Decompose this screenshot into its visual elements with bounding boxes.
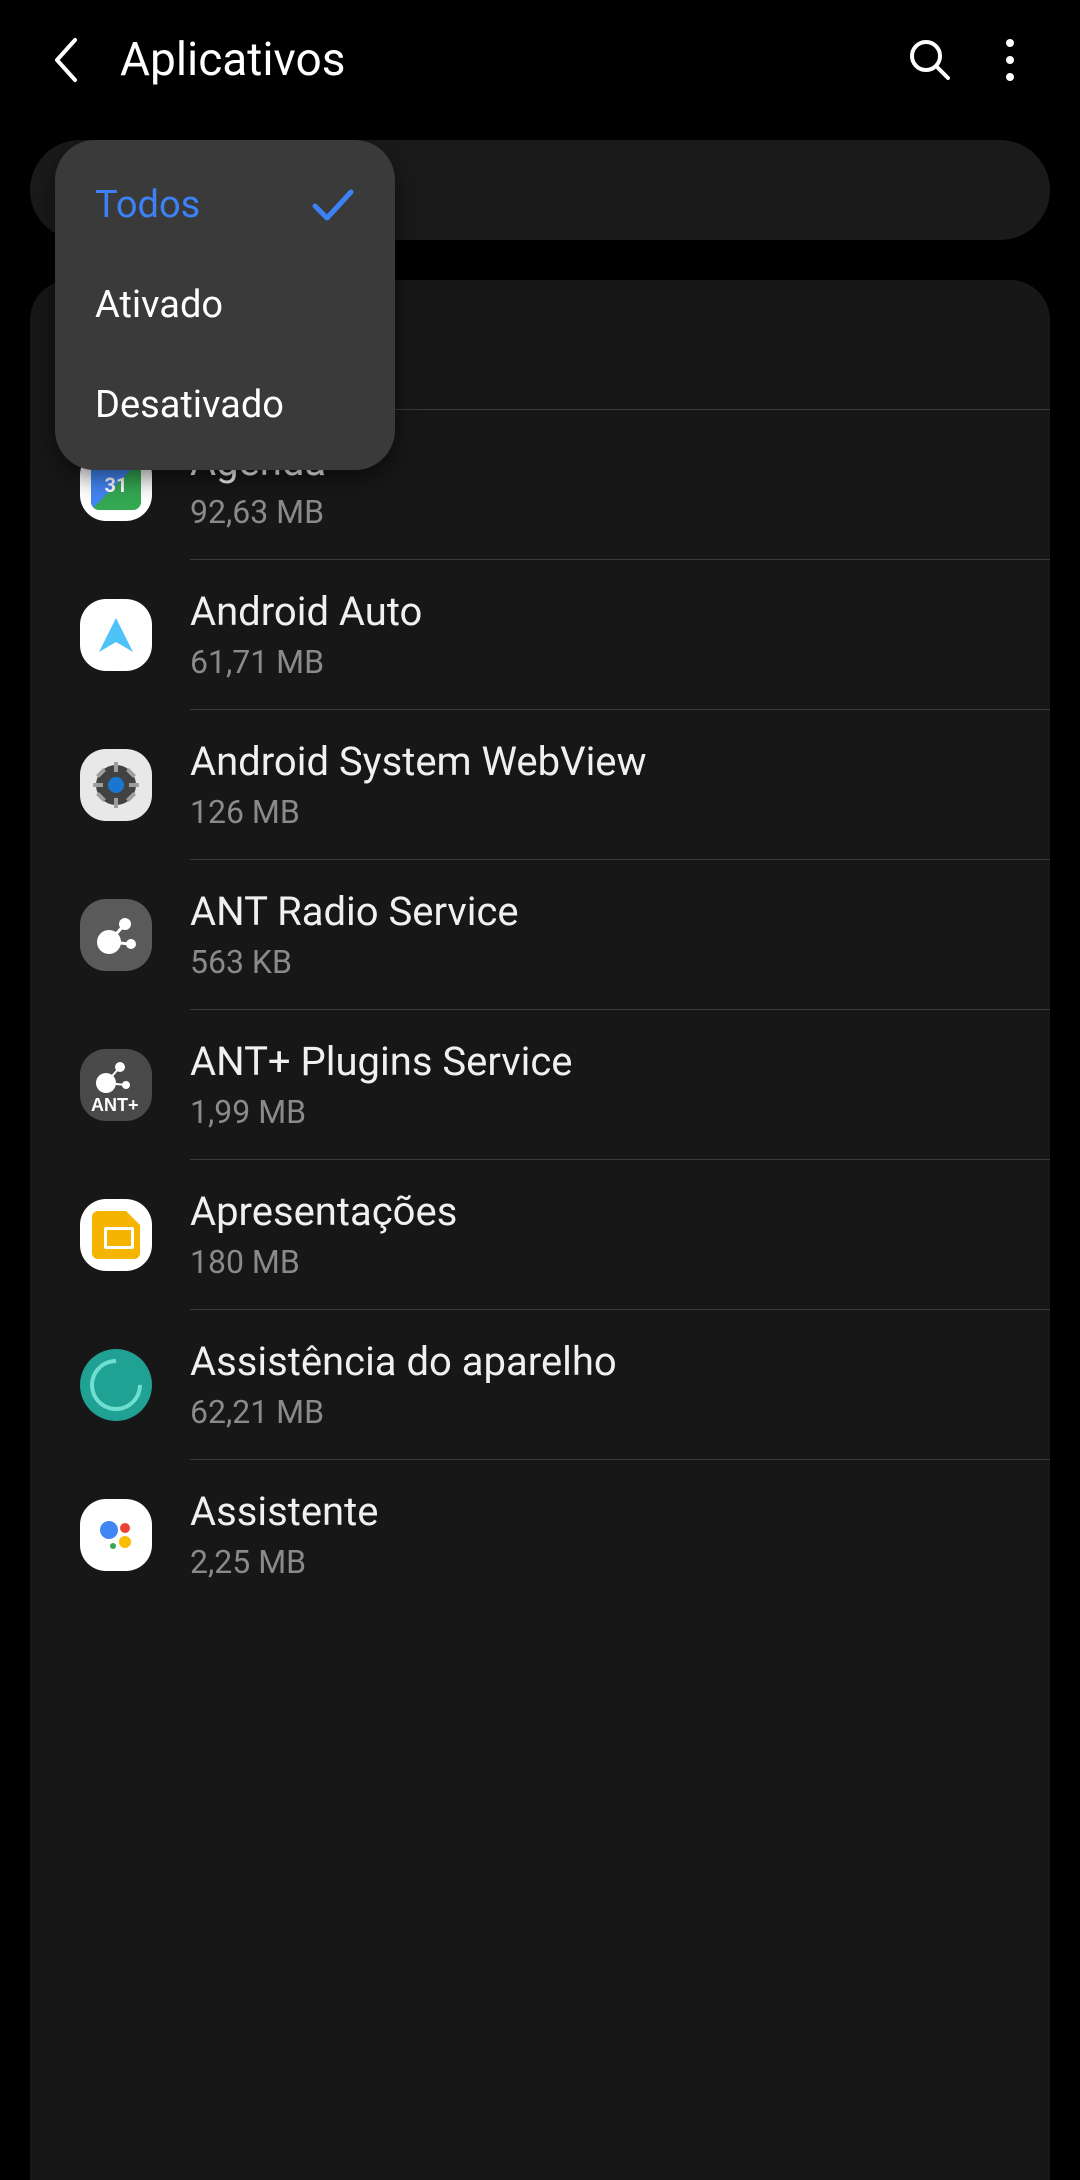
app-info: Assistência do aparelho 62,21 MB	[190, 1338, 1000, 1431]
app-name-label: ANT+ Plugins Service	[190, 1038, 1000, 1085]
svg-text:ANT+: ANT+	[91, 1095, 139, 1115]
app-size-label: 92,63 MB	[190, 493, 1000, 531]
dropdown-item-todos[interactable]: Todos	[55, 155, 395, 255]
app-icon	[80, 1499, 152, 1571]
app-row[interactable]: ANT Radio Service 563 KB	[30, 860, 1050, 1009]
app-size-label: 126 MB	[190, 793, 1000, 831]
app-size-label: 62,21 MB	[190, 1393, 1000, 1431]
app-list: 31Agenda92,63 MBAndroid Auto61,71 MBAndr…	[30, 410, 1050, 1609]
app-name-label: Apresentações	[190, 1188, 1000, 1235]
app-row[interactable]: Android Auto 61,71 MB	[30, 560, 1050, 709]
app-size-label: 2,25 MB	[190, 1543, 1000, 1581]
app-size-label: 1,99 MB	[190, 1093, 1000, 1131]
dropdown-item-label: Todos	[95, 183, 200, 227]
app-info: Assistente 2,25 MB	[190, 1488, 1000, 1581]
search-icon	[908, 38, 952, 82]
dropdown-item-desativado[interactable]: Desativado	[55, 355, 395, 455]
app-icon	[80, 1199, 152, 1271]
app-icon	[80, 749, 152, 821]
more-options-button[interactable]	[980, 30, 1040, 90]
check-icon	[311, 188, 355, 222]
back-button[interactable]	[40, 35, 90, 85]
app-name-label: ANT Radio Service	[190, 888, 1000, 935]
app-name-label: Assistência do aparelho	[190, 1338, 1000, 1385]
more-icon	[1005, 38, 1015, 82]
app-row[interactable]: Apresentações 180 MB	[30, 1160, 1050, 1309]
app-size-label: 61,71 MB	[190, 643, 1000, 681]
app-name-label: Android Auto	[190, 588, 1000, 635]
app-icon: ANT+	[80, 1049, 152, 1121]
back-icon	[51, 36, 79, 84]
app-row[interactable]: Assistente 2,25 MB	[30, 1460, 1050, 1609]
app-info: Apresentações 180 MB	[190, 1188, 1000, 1281]
app-row[interactable]: ANT+ ANT+ Plugins Service 1,99 MB	[30, 1010, 1050, 1159]
app-row[interactable]: Assistência do aparelho 62,21 MB	[30, 1310, 1050, 1459]
app-size-label: 180 MB	[190, 1243, 1000, 1281]
app-info: Android System WebView 126 MB	[190, 738, 1000, 831]
app-icon	[80, 899, 152, 971]
filter-dropdown-menu: Todos Ativado Desativado	[55, 140, 395, 470]
dropdown-item-ativado[interactable]: Ativado	[55, 255, 395, 355]
app-list-panel: do Android 31Agenda92,63 MBAndroid Auto6…	[30, 280, 1050, 2180]
app-info: ANT+ Plugins Service 1,99 MB	[190, 1038, 1000, 1131]
app-info: Android Auto 61,71 MB	[190, 588, 1000, 681]
page-title: Aplicativos	[120, 33, 880, 87]
app-row[interactable]: Android System WebView 126 MB	[30, 710, 1050, 859]
app-header: Aplicativos	[0, 0, 1080, 120]
app-info: ANT Radio Service 563 KB	[190, 888, 1000, 981]
app-size-label: 563 KB	[190, 943, 1000, 981]
app-icon	[80, 599, 152, 671]
dropdown-item-label: Ativado	[95, 283, 223, 327]
search-button[interactable]	[900, 30, 960, 90]
app-name-label: Android System WebView	[190, 738, 1000, 785]
app-name-label: Assistente	[190, 1488, 1000, 1535]
dropdown-item-label: Desativado	[95, 383, 284, 427]
app-icon	[80, 1349, 152, 1421]
